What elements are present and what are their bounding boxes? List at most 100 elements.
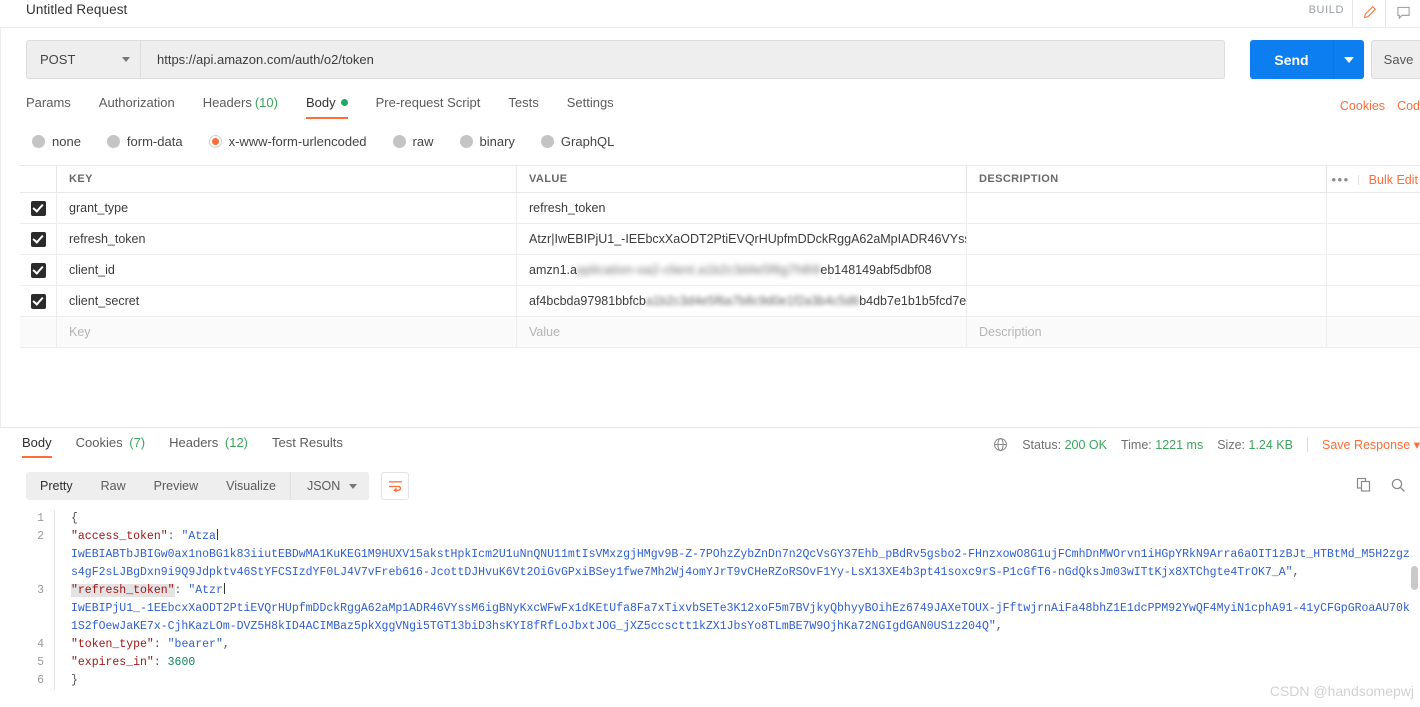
table-row: refresh_token Atzr|IwEBIPjU1_-IEEbcxXaOD… bbox=[20, 224, 1420, 255]
tab-label: Body bbox=[22, 435, 52, 450]
new-key-input[interactable]: Key bbox=[57, 317, 517, 347]
body-type-label: raw bbox=[413, 134, 434, 149]
body-type-form-data[interactable]: form-data bbox=[107, 134, 183, 149]
code-line: 1 { bbox=[20, 510, 1412, 528]
url-input[interactable]: https://api.amazon.com/auth/o2/token bbox=[140, 40, 1225, 79]
code-text: { bbox=[71, 510, 1412, 528]
row-value-cell[interactable]: amzn1.application-oa2-client.a1b2c3d4e5f… bbox=[517, 255, 967, 285]
tab-tests[interactable]: Tests bbox=[508, 95, 538, 119]
response-body-code[interactable]: 1 { 2 "access_token": "AtzaIwEBIABTbJBIG… bbox=[20, 510, 1412, 700]
row-description-cell[interactable] bbox=[967, 224, 1327, 254]
word-wrap-button[interactable] bbox=[381, 472, 409, 500]
postman-request-window: Untitled Request BUILD POST https://api.… bbox=[0, 0, 1420, 707]
row-description-cell[interactable] bbox=[967, 193, 1327, 223]
header-key-cell: KEY bbox=[57, 166, 517, 192]
response-divider bbox=[0, 427, 1420, 428]
content-type-select[interactable]: JSON bbox=[290, 472, 369, 500]
body-type-label: form-data bbox=[127, 134, 183, 149]
send-options-button[interactable] bbox=[1333, 40, 1364, 79]
body-type-label: GraphQL bbox=[561, 134, 614, 149]
tab-body[interactable]: Body bbox=[306, 95, 348, 119]
gutter-divider bbox=[54, 636, 55, 654]
size-label: Size: 1.24 KB bbox=[1217, 438, 1293, 452]
column-header-description: DESCRIPTION bbox=[979, 173, 1059, 185]
body-type-binary[interactable]: binary bbox=[460, 134, 515, 149]
cookies-link[interactable]: Cookies bbox=[1340, 99, 1385, 113]
row-value-cell[interactable]: af4bcbda97981bbfcba1b2c3d4e5f6a7b8c9d0e1… bbox=[517, 286, 967, 316]
body-type-x-www-form-urlencoded[interactable]: x-www-form-urlencoded bbox=[209, 134, 367, 149]
page-title: Untitled Request bbox=[26, 2, 127, 17]
json-colon: : bbox=[175, 584, 189, 597]
row-key-cell[interactable]: grant_type bbox=[57, 193, 517, 223]
response-tab-body[interactable]: Body bbox=[22, 435, 52, 458]
more-options-button[interactable]: ••• bbox=[1324, 175, 1359, 185]
format-tab-raw[interactable]: Raw bbox=[87, 472, 140, 500]
new-value-placeholder: Value bbox=[529, 325, 560, 339]
row-value-cell[interactable]: Atzr|IwEBIPjU1_-IEEbcxXaODT2PtiEVQrHUpfm… bbox=[517, 224, 967, 254]
new-value-input[interactable]: Value bbox=[517, 317, 967, 347]
row-value-value: af4bcbda97981bbfcba1b2c3d4e5f6a7b8c9d0e1… bbox=[529, 294, 967, 308]
json-value-prefix: "Atza bbox=[181, 530, 216, 543]
edit-pencil-button[interactable] bbox=[1352, 0, 1386, 28]
row-checkbox-cell bbox=[20, 317, 57, 347]
vertical-scrollbar-thumb[interactable] bbox=[1411, 566, 1418, 590]
body-type-graphql[interactable]: GraphQL bbox=[541, 134, 614, 149]
tab-params[interactable]: Params bbox=[26, 95, 71, 119]
column-header-value: VALUE bbox=[529, 173, 567, 185]
response-tab-cookies[interactable]: Cookies (7) bbox=[76, 435, 145, 458]
response-tab-test-results[interactable]: Test Results bbox=[272, 435, 343, 458]
tab-authorization[interactable]: Authorization bbox=[99, 95, 175, 119]
search-button[interactable] bbox=[1390, 477, 1406, 496]
row-description-cell[interactable] bbox=[967, 255, 1327, 285]
row-key-cell[interactable]: client_secret bbox=[57, 286, 517, 316]
row-key-value: client_id bbox=[69, 263, 115, 277]
json-key: "expires_in" bbox=[71, 656, 154, 669]
row-key-cell[interactable]: client_id bbox=[57, 255, 517, 285]
body-params-table: KEY VALUE DESCRIPTION ••• Bulk Edit gran… bbox=[20, 165, 1420, 348]
status-value: 200 OK bbox=[1065, 438, 1107, 452]
row-value-cell[interactable]: refresh_token bbox=[517, 193, 967, 223]
format-tab-preview[interactable]: Preview bbox=[140, 472, 212, 500]
tab-label: Headers bbox=[169, 435, 218, 450]
save-response-button[interactable]: Save Response ▾ bbox=[1322, 437, 1420, 452]
copy-button[interactable] bbox=[1356, 477, 1372, 496]
size-label-text: Size: bbox=[1217, 438, 1245, 452]
code-text: "expires_in": 3600 bbox=[71, 654, 1412, 672]
status-label: Status: 200 OK bbox=[1022, 438, 1107, 452]
new-description-input[interactable]: Description bbox=[967, 317, 1327, 347]
format-tab-pretty[interactable]: Pretty bbox=[26, 472, 87, 500]
radio-icon bbox=[541, 135, 554, 148]
row-description-cell[interactable] bbox=[967, 286, 1327, 316]
http-method-select[interactable]: POST bbox=[26, 40, 140, 79]
format-tab-visualize[interactable]: Visualize bbox=[212, 472, 290, 500]
save-button-group: Save bbox=[1371, 40, 1420, 79]
tab-label: Body bbox=[306, 95, 336, 110]
tab-label: Authorization bbox=[99, 95, 175, 110]
row-key-cell[interactable]: refresh_token bbox=[57, 224, 517, 254]
bulk-edit-button[interactable]: Bulk Edit bbox=[1369, 173, 1418, 187]
row-value-tail: b4db7e1b1b5fcd7e604def4 bbox=[859, 294, 967, 308]
save-button[interactable]: Save bbox=[1371, 40, 1420, 79]
tab-headers[interactable]: Headers(10) bbox=[203, 95, 278, 119]
row-value-value: Atzr|IwEBIPjU1_-IEEbcxXaODT2PtiEVQrHUpfm… bbox=[529, 232, 967, 246]
headers-count: (12) bbox=[225, 435, 248, 450]
chevron-down-icon bbox=[122, 57, 130, 62]
body-type-raw[interactable]: raw bbox=[393, 134, 434, 149]
response-tab-headers[interactable]: Headers (12) bbox=[169, 435, 248, 458]
response-format-bar: Pretty Raw Preview Visualize JSON bbox=[26, 472, 409, 500]
tab-pre-request-script[interactable]: Pre-request Script bbox=[376, 95, 481, 119]
tab-settings[interactable]: Settings bbox=[567, 95, 614, 119]
code-link[interactable]: Cod bbox=[1397, 99, 1420, 113]
line-number: 4 bbox=[20, 636, 54, 654]
row-checkbox[interactable] bbox=[31, 294, 46, 309]
gutter-divider bbox=[54, 672, 55, 690]
send-button[interactable]: Send bbox=[1250, 40, 1333, 79]
row-checkbox[interactable] bbox=[31, 263, 46, 278]
comment-button[interactable] bbox=[1386, 0, 1420, 28]
radio-icon bbox=[32, 135, 45, 148]
tab-label: Test Results bbox=[272, 435, 343, 450]
body-type-none[interactable]: none bbox=[32, 134, 81, 149]
row-checkbox[interactable] bbox=[31, 201, 46, 216]
row-checkbox-cell bbox=[20, 224, 57, 254]
row-checkbox[interactable] bbox=[31, 232, 46, 247]
